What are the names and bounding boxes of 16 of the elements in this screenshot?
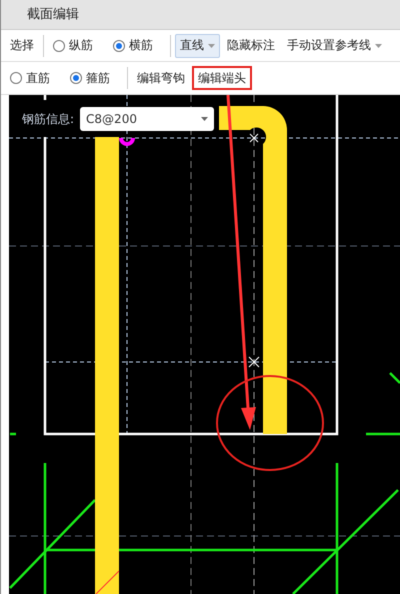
dropdown-button[interactable]: 直线 (175, 34, 220, 58)
radio-option[interactable]: 纵筋 (48, 34, 98, 58)
toolbar-button[interactable]: 编辑端头 (192, 66, 252, 90)
toolbar-button[interactable]: 选择 (5, 34, 39, 58)
radio-option[interactable]: 箍筋 (65, 66, 115, 90)
caret-icon (208, 44, 215, 48)
radio-option[interactable]: 直筋 (5, 66, 55, 90)
rebar-info-label: 钢筋信息: (22, 110, 74, 128)
toolbar-button[interactable]: 编辑弯钩 (132, 66, 190, 90)
radio-option[interactable]: 横筋 (108, 34, 158, 58)
caret-icon (375, 44, 382, 48)
caret-icon (201, 117, 208, 121)
window-title: 截面编辑 (27, 6, 79, 24)
dropdown-button[interactable]: 手动设置参考线 (282, 34, 387, 58)
rebar-info-dropdown[interactable]: C8@200 (80, 107, 214, 131)
toolbar-button[interactable]: 隐藏标注 (222, 34, 280, 58)
